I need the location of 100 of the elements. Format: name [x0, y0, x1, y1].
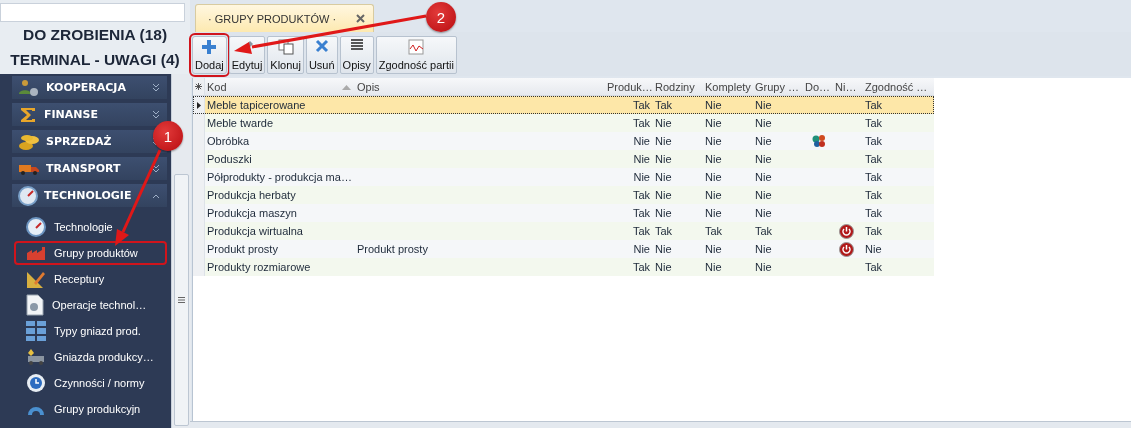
table-cell: Nie [755, 135, 772, 147]
section-header[interactable]: TECHNOLOGIE [12, 184, 167, 207]
gauge-icon [18, 185, 38, 206]
table-row[interactable]: Produkty rozmiarowe Tak Nie Nie Nie Tak [193, 258, 934, 276]
scrollbar-thumb[interactable] [174, 174, 189, 426]
grid-icon [26, 321, 46, 341]
column-header[interactable]: Ni… [835, 80, 857, 93]
table-cell: Nie [655, 207, 672, 219]
table-row[interactable]: Produkcja wirtualna Tak Tak Tak Tak Tak [193, 222, 934, 240]
table-cell: Meble tapicerowane [207, 99, 306, 111]
table-cell: Produkcja herbaty [207, 189, 296, 201]
toolbar-button[interactable]: Usuń [305, 36, 338, 74]
column-header[interactable]: Grupy … [755, 80, 799, 93]
table-cell: Tak [865, 207, 883, 219]
section-label: SPRZEDAŻ [46, 135, 113, 148]
sigma-icon [18, 105, 38, 124]
table-cell: Nie [865, 243, 882, 255]
table-row[interactable]: Poduszki Nie Nie Nie Nie Tak [193, 150, 934, 168]
counter-heading[interactable]: TERMINAL - UWAGI (4) [10, 47, 180, 72]
plus-icon [201, 39, 218, 55]
toolbar-button[interactable]: Opisy [339, 36, 374, 74]
table-row[interactable]: Produkcja herbaty Tak Nie Nie Nie Tak [193, 186, 934, 204]
tab[interactable]: · GRUPY PRODUKTÓW · [195, 4, 375, 32]
column-header[interactable]: Rodziny [655, 80, 695, 93]
table-cell: Tak [632, 261, 650, 273]
column-header[interactable]: Komplety [705, 80, 751, 93]
copy-icon [277, 39, 294, 55]
table-cell: Nie [705, 207, 722, 219]
table-cell: Tak [755, 225, 773, 237]
table-cell: Nie [655, 171, 672, 183]
table-cell: Nie [705, 135, 722, 147]
nav-item[interactable]: Typy gniazd prod. [14, 319, 167, 343]
table-cell: Nie [755, 171, 772, 183]
nav-item[interactable]: Grupy produktów [14, 241, 167, 265]
nav-item[interactable]: Technologie [14, 215, 167, 239]
column-header[interactable]: Do… [805, 80, 831, 93]
row-pointer-icon [196, 101, 201, 109]
table-cell: Nie [655, 189, 672, 201]
table-row[interactable]: Obróbka Nie Nie Nie Nie Tak [193, 132, 934, 150]
section-label: FINANSE [44, 108, 99, 121]
nav-item[interactable]: Czynności / normy [14, 371, 167, 395]
column-header[interactable]: Opis [357, 80, 380, 93]
clock-icon [26, 373, 46, 393]
table-row[interactable]: Meble twarde Tak Nie Nie Nie Tak [193, 114, 934, 132]
table-cell: Tak [865, 99, 883, 111]
section-header[interactable]: TRANSPORT [12, 157, 167, 180]
chart-icon [408, 39, 425, 55]
table-cell: Nie [755, 99, 772, 111]
column-header[interactable]: Zgodność … [865, 80, 928, 93]
section-label: KOOPERACJA [46, 81, 127, 94]
table-row[interactable]: Produkcja maszyn Tak Nie Nie Nie Tak [193, 204, 934, 222]
table-cell: Nie [705, 117, 722, 129]
table-cell: Nie [705, 171, 722, 183]
toolbar-button[interactable]: Zgodność partii [375, 36, 457, 74]
column-header[interactable]: Produk… [607, 80, 653, 93]
toolbar-button[interactable]: Dodaj [192, 36, 227, 74]
section-header[interactable]: KOOPERACJA [12, 76, 167, 99]
table-cell: Tak [865, 135, 883, 147]
table-cell: Obróbka [207, 135, 250, 147]
table-cell: Nie [755, 153, 772, 165]
table-cell: Tak [632, 117, 650, 129]
table-cell: Nie [655, 261, 672, 273]
table-row[interactable]: Półprodukty - produkcja ma… Nie Nie Nie Nie Tak [193, 168, 934, 186]
gauge-icon [26, 217, 46, 237]
power-icon [839, 223, 854, 239]
row-indicator[interactable] [193, 96, 205, 114]
table-cell: Nie [755, 117, 772, 129]
power-icon [839, 241, 854, 257]
grip-icon [178, 297, 185, 303]
column-header[interactable]: Kod [207, 80, 227, 93]
table-cell: Nie [655, 117, 672, 129]
ruler-pencil-icon [26, 269, 46, 289]
counter-heading[interactable]: DO ZROBIENIA (18) [22, 22, 168, 47]
table-cell: Meble twarde [207, 117, 274, 129]
close-icon[interactable] [356, 14, 366, 23]
table-cell: Poduszki [207, 153, 252, 165]
table-cell: Produkcja wirtualna [207, 225, 303, 237]
table-cell: Nie [655, 153, 672, 165]
nav-item[interactable]: Gniazda produkcy… [14, 345, 167, 369]
chain-links-icon [811, 134, 827, 148]
table-cell: Nie [755, 243, 772, 255]
tab-label: · GRUPY PRODUKTÓW · [208, 12, 337, 25]
table-cell: Nie [705, 261, 722, 273]
table-row[interactable]: Produkt prosty Produkt prosty Nie Nie Nie Nie Nie [193, 240, 934, 258]
toolbar-button[interactable]: Klonuj [267, 36, 304, 74]
table-cell: Produkcja maszyn [207, 207, 297, 219]
search-field[interactable] [0, 3, 185, 22]
table-cell: Nie [755, 261, 772, 273]
table-cell: Tak [632, 99, 650, 111]
table-cell: Nie [655, 135, 672, 147]
asterisk-icon [195, 83, 202, 90]
table-cell: Tak [632, 189, 650, 201]
nav-item[interactable]: Grupy produkcyjn [14, 397, 167, 421]
section-header[interactable]: FINANSE [12, 103, 167, 126]
table-cell: Nie [705, 243, 722, 255]
table-row[interactable]: Meble tapicerowane Tak Tak Nie Nie Tak [193, 96, 934, 114]
nav-item[interactable]: Receptury [14, 267, 167, 291]
nav-item[interactable]: Operacje technol… [14, 293, 167, 317]
table-cell: Nie [633, 153, 650, 165]
factory-icon [26, 245, 46, 261]
